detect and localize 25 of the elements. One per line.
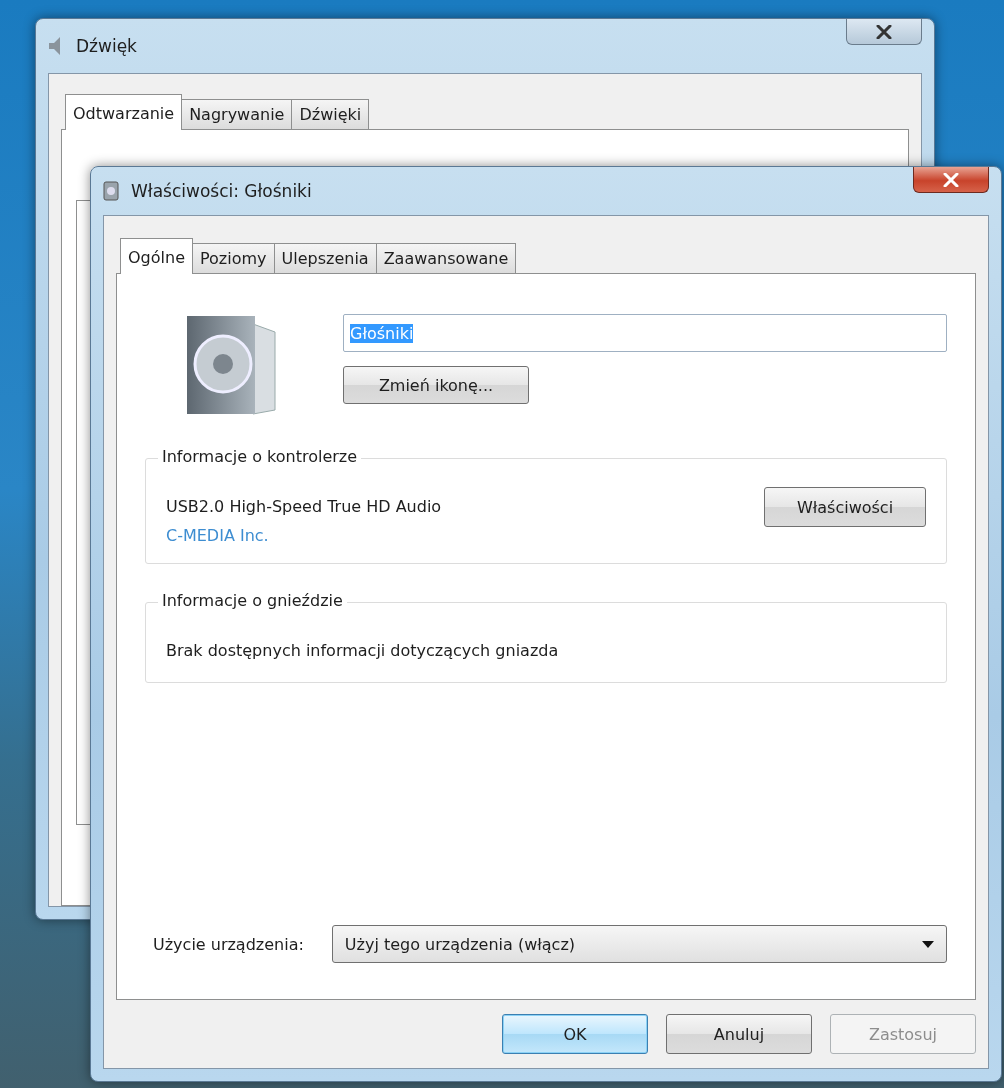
usage-dropdown[interactable]: Użyj tego urządzenia (włącz) <box>331 925 947 963</box>
close-icon <box>876 24 892 39</box>
close-button[interactable] <box>846 19 922 45</box>
properties-button[interactable]: Właściwości <box>764 487 926 527</box>
jack-info-text: Brak dostępnych informacji dotyczących gniazda <box>166 641 560 660</box>
dialog-button[interactable]: OK <box>502 1014 648 1054</box>
close-button[interactable] <box>913 167 989 193</box>
tab[interactable]: Ulepszenia <box>273 243 377 273</box>
tab[interactable]: Nagrywanie <box>181 99 293 129</box>
tab[interactable]: Ogólne <box>120 238 193 274</box>
group-title: Informacje o kontrolerze <box>158 447 362 466</box>
window-title: Dźwięk <box>76 36 137 56</box>
controller-name: USB2.0 High-Speed True HD Audio <box>166 497 442 516</box>
dialog-button[interactable]: Anuluj <box>666 1014 812 1054</box>
tab[interactable]: Dźwięki <box>291 99 370 129</box>
usage-label: Użycie urządzenia: <box>153 934 304 954</box>
close-icon <box>943 172 959 187</box>
caret-icon <box>922 940 934 948</box>
group-title: Informacje o gnieździe <box>158 591 347 610</box>
tab[interactable]: Poziomy <box>191 243 275 273</box>
change-icon-button[interactable]: Zmień ikonę... <box>343 366 529 404</box>
dialog-title: Właściwości: Głośniki <box>131 181 312 201</box>
tab[interactable]: Odtwarzanie <box>65 94 183 130</box>
tab[interactable]: Zaawansowane <box>375 243 517 273</box>
vendor-link[interactable]: C-MEDIA Inc. <box>166 526 442 545</box>
